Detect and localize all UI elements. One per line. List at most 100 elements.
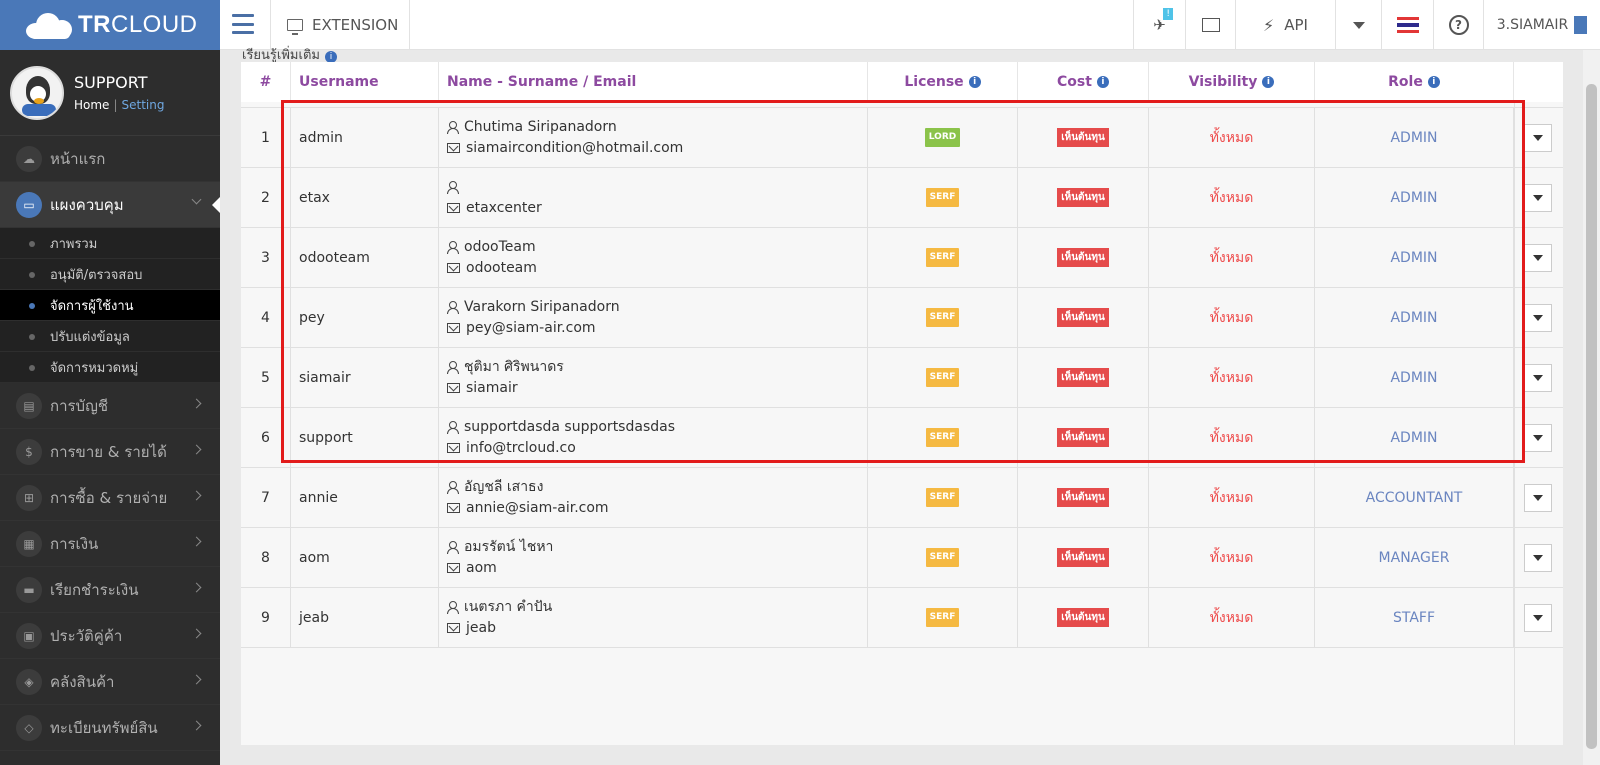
col-cost[interactable]: Cost i bbox=[1018, 62, 1149, 102]
info-icon: i bbox=[1427, 76, 1440, 88]
row-email: aom bbox=[466, 560, 497, 576]
sidebar-item-billing[interactable]: ▬ เรียกชำระเงิน bbox=[0, 567, 220, 613]
sidebar-item-accounting[interactable]: ▤ การบัญชี bbox=[0, 383, 220, 429]
row-number: 6 bbox=[241, 408, 291, 467]
row-action-dropdown[interactable] bbox=[1524, 603, 1552, 632]
table-row[interactable]: 3 odooteam odooTeam odooteam SERF เห็นต้นทุนท… bbox=[241, 227, 1563, 287]
dropdown-button[interactable] bbox=[1335, 0, 1381, 50]
avatar[interactable] bbox=[10, 65, 64, 120]
cost-badge: เห็นต้นทุน bbox=[1057, 428, 1109, 447]
license-badge: SERF bbox=[925, 548, 960, 567]
col-license[interactable]: License i bbox=[868, 62, 1018, 102]
row-cost: เห็นต้นทุน bbox=[1018, 168, 1149, 227]
table-row[interactable]: 9 jeab เนตรภา คำปัน jeab SERF เห็นต้นทุน ทั้งห… bbox=[241, 587, 1563, 647]
row-name-email: ชุติมา ศิริพนาดร siamair bbox=[439, 348, 868, 407]
row-action-dropdown[interactable] bbox=[1524, 363, 1552, 392]
row-cost: เห็นต้นทุน bbox=[1018, 408, 1149, 467]
row-cost: เห็นต้นทุน bbox=[1018, 588, 1149, 647]
submenu-user-management[interactable]: จัดการผู้ใช้งาน bbox=[0, 290, 220, 321]
caret-down-icon bbox=[1533, 254, 1543, 261]
book-icon: ▤ bbox=[16, 392, 42, 419]
table-row[interactable]: 7 annie อัญชลี เสาธง annie@siam-air.com SERF… bbox=[241, 467, 1563, 527]
table-row[interactable]: 2 etax etaxcenter SERF เห็นต้นทุน ทั้งหมด ADMI… bbox=[241, 167, 1563, 227]
role-value: ADMIN bbox=[1390, 189, 1438, 206]
help-button[interactable]: ? bbox=[1433, 0, 1483, 50]
chevron-down-icon bbox=[191, 194, 202, 205]
scrollbar-thumb[interactable] bbox=[1586, 84, 1597, 749]
row-fullname: Varakorn Siripanadorn bbox=[464, 299, 620, 315]
row-actions bbox=[1514, 528, 1563, 587]
caret-down-icon bbox=[1533, 494, 1543, 501]
row-username: support bbox=[291, 408, 439, 467]
col-name[interactable]: Name - Surname / Email bbox=[439, 62, 868, 102]
scrollbar[interactable] bbox=[1583, 50, 1600, 765]
row-username: siamair bbox=[291, 348, 439, 407]
submenu-overview[interactable]: ภาพรวม bbox=[0, 228, 220, 259]
table-row[interactable]: 5 siamair ชุติมา ศิริพนาดร siamair SERF เห็นต… bbox=[241, 347, 1563, 407]
role-value: MANAGER bbox=[1378, 549, 1450, 566]
row-action-dropdown[interactable] bbox=[1524, 543, 1552, 572]
submenu-customize[interactable]: ปรับแต่งข้อมูล bbox=[0, 321, 220, 352]
col-username[interactable]: Username bbox=[291, 62, 439, 102]
company-button[interactable]: 3.SIAMAIR bbox=[1483, 0, 1600, 50]
row-action-dropdown[interactable] bbox=[1524, 123, 1552, 152]
row-action-dropdown[interactable] bbox=[1524, 423, 1552, 452]
sidebar-item-assets[interactable]: ◇ ทะเบียนทรัพย์สิน bbox=[0, 705, 220, 751]
cost-badge: เห็นต้นทุน bbox=[1057, 608, 1109, 627]
table-row[interactable]: 6 support supportdasda supportsdasdas info@… bbox=[241, 407, 1563, 467]
row-action-dropdown[interactable] bbox=[1524, 243, 1552, 272]
caret-down-icon bbox=[1533, 554, 1543, 561]
row-action-dropdown[interactable] bbox=[1524, 483, 1552, 512]
sidebar-item-sales[interactable]: $ การขาย & รายได้ bbox=[0, 429, 220, 475]
api-button[interactable]: ⚡ API bbox=[1235, 0, 1335, 50]
cloud-logo-icon bbox=[24, 11, 74, 39]
license-badge: SERF bbox=[925, 608, 960, 627]
menu-toggle-icon[interactable] bbox=[232, 14, 254, 34]
visibility-value: ทั้งหมด bbox=[1209, 249, 1254, 266]
home-link[interactable]: Home bbox=[74, 98, 109, 112]
actions-column-divider bbox=[1514, 102, 1515, 745]
row-cost: เห็นต้นทุน bbox=[1018, 288, 1149, 347]
row-visibility: ทั้งหมด bbox=[1149, 528, 1315, 587]
cost-badge: เห็นต้นทุน bbox=[1057, 368, 1109, 387]
language-button[interactable] bbox=[1381, 0, 1433, 50]
contact-icon: ▣ bbox=[16, 622, 42, 649]
row-license: SERF bbox=[868, 348, 1018, 407]
cost-badge: เห็นต้นทุน bbox=[1057, 248, 1109, 267]
sidebar-item-contacts[interactable]: ▣ ประวัติคู่ค้า bbox=[0, 613, 220, 659]
setting-link[interactable]: Setting bbox=[121, 98, 164, 112]
company-name: 3.SIAMAIR bbox=[1496, 17, 1569, 33]
col-visibility[interactable]: Visibility i bbox=[1149, 62, 1315, 102]
extension-button[interactable]: EXTENSION bbox=[270, 0, 410, 50]
table-row[interactable]: 1 admin Chutima Siripanadorn siamairconditi… bbox=[241, 107, 1563, 167]
envelope-icon bbox=[447, 143, 460, 153]
col-role[interactable]: Role i bbox=[1315, 62, 1514, 102]
sidebar-item-purchases[interactable]: ⊞ การซื้อ & รายจ่าย bbox=[0, 475, 220, 521]
role-value: ADMIN bbox=[1390, 309, 1438, 326]
role-value: ADMIN bbox=[1390, 429, 1438, 446]
user-icon bbox=[447, 540, 459, 554]
sidebar-item-home[interactable]: ☁ หน้าแรก bbox=[0, 136, 220, 182]
submenu-approval[interactable]: อนุมัติ/ตรวจสอบ bbox=[0, 259, 220, 290]
info-icon: i bbox=[968, 76, 981, 88]
row-action-dropdown[interactable] bbox=[1524, 303, 1552, 332]
notification-button[interactable]: ✈ ! bbox=[1133, 0, 1185, 50]
row-username: aom bbox=[291, 528, 439, 587]
top-bar: TRCLOUD EXTENSION ✈ ! ⚡ API ? 3.SIAMAIR bbox=[0, 0, 1600, 50]
app-logo[interactable]: TRCLOUD bbox=[0, 0, 220, 50]
sidebar-item-inventory[interactable]: ◈ คลังสินค้า bbox=[0, 659, 220, 705]
row-action-dropdown[interactable] bbox=[1524, 183, 1552, 212]
building-icon bbox=[1574, 16, 1588, 34]
sidebar-item-dashboard[interactable]: ▭ แผงควบคุม bbox=[0, 182, 220, 228]
caret-down-icon bbox=[1533, 134, 1543, 141]
envelope-icon bbox=[447, 323, 460, 333]
license-badge: SERF bbox=[925, 368, 960, 387]
mail-button[interactable] bbox=[1185, 0, 1235, 50]
table-row[interactable]: 8 aom อมรรัตน์ ไชหา aom SERF เห็นต้นทุน ทั้งหม… bbox=[241, 527, 1563, 587]
sidebar-item-finance[interactable]: ▦ การเงิน bbox=[0, 521, 220, 567]
row-license: SERF bbox=[868, 288, 1018, 347]
user-profile: SUPPORT Home | Setting bbox=[0, 50, 220, 136]
submenu-categories[interactable]: จัดการหมวดหมู่ bbox=[0, 352, 220, 383]
table-row[interactable]: 4 pey Varakorn Siripanadorn pey@siam-air.co… bbox=[241, 287, 1563, 347]
row-role: ADMIN bbox=[1315, 288, 1514, 347]
